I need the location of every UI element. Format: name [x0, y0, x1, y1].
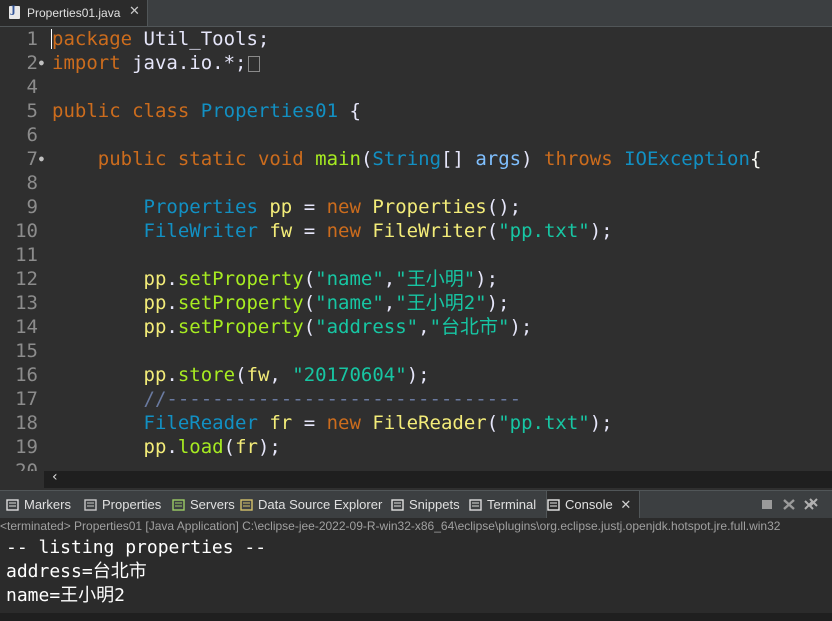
view-tab-servers[interactable]: Servers [172, 491, 236, 519]
line-number: 8 [26, 172, 38, 194]
line-number: 9 [26, 196, 38, 218]
markers-icon [6, 499, 19, 511]
line-number: 16 [15, 364, 38, 386]
remove-launch-icon[interactable] [782, 498, 796, 511]
line-number: 18 [15, 412, 38, 434]
line-number: 13 [15, 292, 38, 314]
snippets-icon [391, 499, 404, 511]
console-process-description: <terminated> Properties01 [Java Applicat… [0, 518, 832, 536]
line-number: 12 [15, 268, 38, 290]
code-line: 14 pp.setProperty("address","台北市"); [0, 315, 832, 339]
line-number: 20 [15, 460, 38, 471]
servers-icon [172, 499, 185, 511]
line-number: 19 [15, 436, 38, 458]
console-line: -- listing properties -- [6, 537, 267, 558]
code-line: 8 [0, 171, 832, 195]
view-tab-console[interactable]: Console ✕ [546, 491, 640, 519]
remove-all-terminated-icon[interactable] [804, 498, 818, 511]
code-text: pp.setProperty("name","王小明2"); [143, 292, 510, 314]
view-tab-label: Terminal [487, 497, 537, 512]
view-tab-label: Snippets [409, 497, 460, 512]
view-tab-snippets[interactable]: Snippets [391, 491, 463, 519]
properties-icon [84, 499, 97, 511]
code-line: 2 ● import java.io.*; [0, 51, 832, 75]
view-tab-data-source-explorer[interactable]: Data Source Explorer [240, 491, 386, 519]
console-output[interactable]: -- listing properties -- address=台北市 nam… [0, 536, 832, 614]
console-line: address=台北市 [6, 561, 147, 582]
terminate-icon[interactable] [760, 498, 774, 511]
line-number: 1 [26, 28, 38, 50]
code-text: //------------------------------- [143, 388, 522, 410]
data-source-icon [240, 499, 253, 511]
view-tab-label: Servers [190, 497, 235, 512]
code-line: 5 public class Properties01 { [0, 99, 832, 123]
code-line: 20 [0, 459, 832, 471]
code-text: Properties pp = new Properties(); [143, 196, 522, 218]
code-line: 4 [0, 75, 832, 99]
text-cursor [51, 29, 52, 49]
scroll-left-icon[interactable]: ‹ [52, 469, 58, 485]
code-line: 1 package Util_Tools; [0, 27, 832, 51]
code-line: 12 pp.setProperty("name","王小明"); [0, 267, 832, 291]
line-number: 10 [15, 220, 38, 242]
close-console-icon[interactable]: ✕ [617, 497, 631, 512]
view-tab-label: Properties [102, 497, 162, 512]
java-file-icon [9, 5, 20, 19]
view-tab-label: Console [565, 497, 613, 512]
line-number: 17 [15, 388, 38, 410]
view-tab-label: Data Source Explorer [258, 497, 383, 512]
line-number: 14 [15, 316, 38, 338]
code-line: 11 [0, 243, 832, 267]
editor-tab-title: Properties01.java [27, 6, 121, 20]
code-line: 10 FileWriter fw = new FileWriter("pp.tx… [0, 219, 832, 243]
code-line: 13 pp.setProperty("name","王小明2"); [0, 291, 832, 315]
line-number: 11 [15, 244, 38, 266]
editor-tab-properties01[interactable]: Properties01.java ✕ [0, 0, 148, 26]
code-text: FileReader fr = new FileReader("pp.txt")… [143, 412, 613, 434]
view-tab-properties[interactable]: Properties [84, 491, 166, 519]
fold-toggle-icon[interactable]: ● [39, 59, 44, 67]
view-tab-label: Markers [24, 497, 71, 512]
code-editor[interactable]: 1 package Util_Tools; 2 ● import java.io.*; 4… [0, 27, 832, 471]
views-tab-bar: Markers Properties Servers Data Source Expl… [0, 490, 832, 519]
line-number: 15 [15, 340, 38, 362]
code-text: public class Properties01 { [52, 100, 361, 122]
code-text: public static void main(String[] args) t… [97, 148, 762, 170]
code-line: 7 ● public static void main(String[] args… [0, 147, 832, 171]
line-number: 2 [26, 52, 38, 74]
console-line: name=王小明2 [6, 585, 126, 606]
code-text: import java.io.*; [52, 51, 261, 75]
code-text: pp.store(fw, "20170604"); [143, 364, 430, 386]
fold-toggle-icon[interactable]: ● [39, 155, 44, 163]
code-line: 17 //------------------------------- [0, 387, 832, 411]
console-horizontal-scrollbar[interactable] [0, 613, 832, 621]
code-text: pp.setProperty("name","王小明"); [143, 268, 499, 290]
code-text: FileWriter fw = new FileWriter("pp.txt")… [143, 220, 613, 242]
line-number: 5 [26, 100, 38, 122]
line-number: 7 [26, 148, 38, 170]
code-line: 16 pp.store(fw, "20170604"); [0, 363, 832, 387]
view-tab-markers[interactable]: Markers [6, 491, 78, 519]
code-text: pp.setProperty("address","台北市"); [143, 316, 533, 338]
editor-tab-bar: Properties01.java ✕ [0, 0, 832, 27]
code-line: 15 [0, 339, 832, 363]
console-icon [547, 499, 560, 511]
folded-imports-icon[interactable] [248, 55, 261, 72]
code-line: 6 [0, 123, 832, 147]
line-number: 4 [26, 76, 38, 98]
code-text: package Util_Tools; [52, 28, 270, 50]
terminal-icon [469, 499, 482, 511]
line-number: 6 [26, 124, 38, 146]
code-line: 9 Properties pp = new Properties(); [0, 195, 832, 219]
view-tab-terminal[interactable]: Terminal [469, 491, 541, 519]
code-line: 19 pp.load(fr); [0, 435, 832, 459]
close-tab-icon[interactable]: ✕ [129, 4, 140, 19]
code-text: pp.load(fr); [143, 436, 281, 458]
code-line: 18 FileReader fr = new FileReader("pp.tx… [0, 411, 832, 435]
editor-horizontal-scrollbar[interactable]: ‹ [44, 469, 832, 488]
